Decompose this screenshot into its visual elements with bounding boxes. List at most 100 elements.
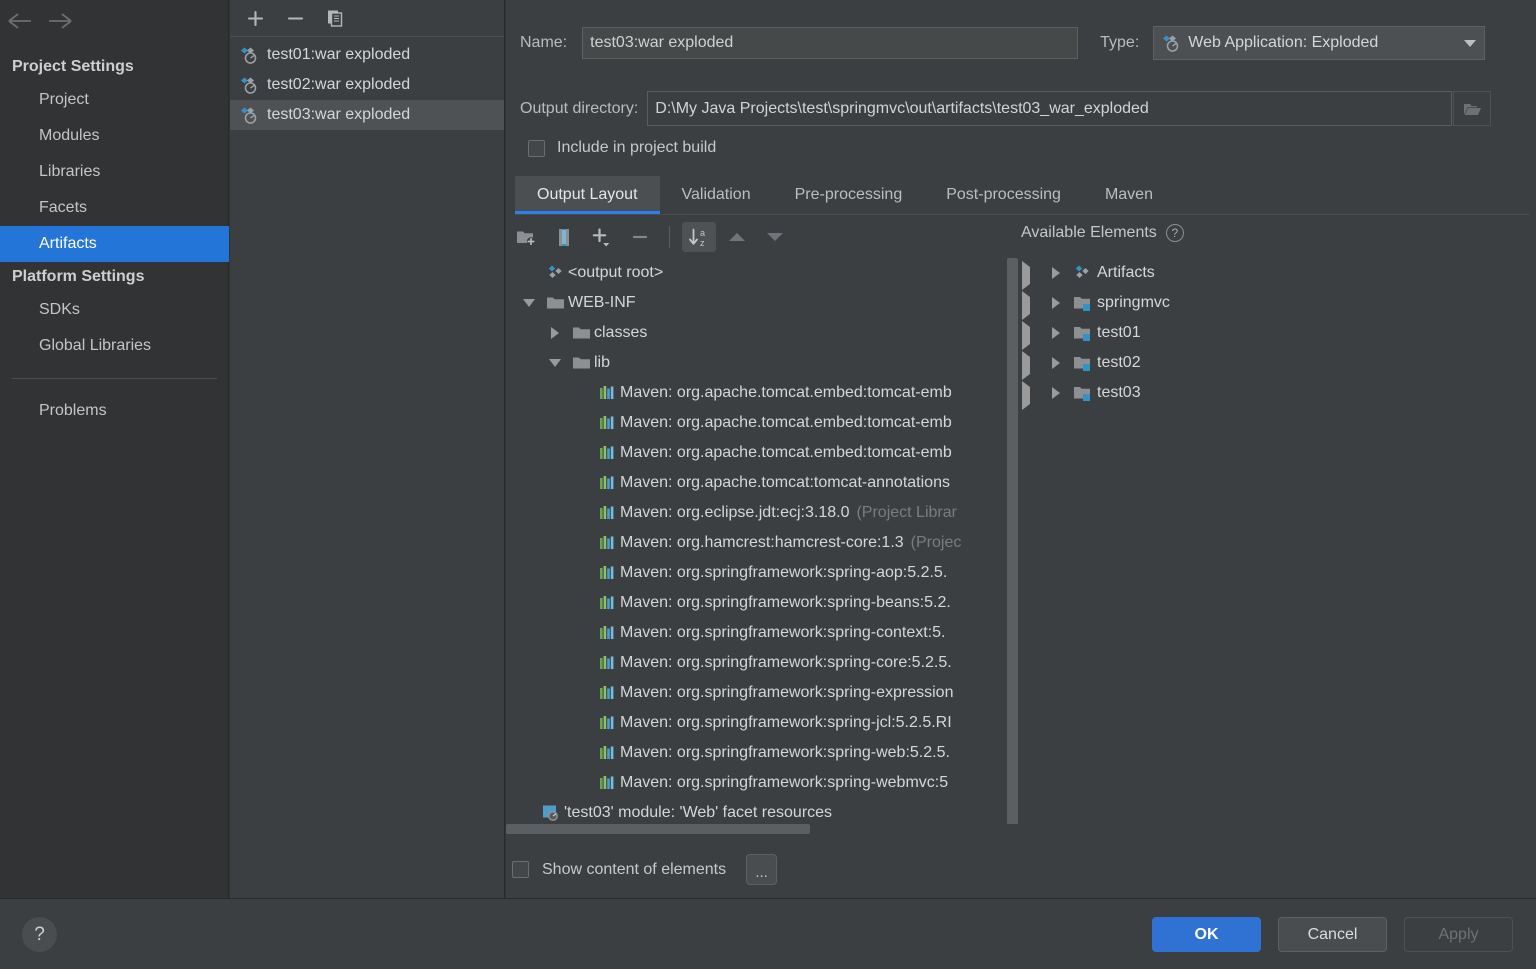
copy-artifact-icon[interactable] [322, 5, 348, 31]
scrollbar-thumb[interactable] [1007, 258, 1018, 828]
tree-node-lib[interactable]: lib [506, 348, 1020, 378]
svg-text:a: a [700, 228, 705, 238]
output-tree-horizontal-scrollbar[interactable] [506, 824, 1018, 834]
sidebar-item-project[interactable]: Project [0, 82, 229, 118]
include-in-build-row[interactable]: Include in project build [528, 139, 716, 157]
move-down-button[interactable] [758, 222, 792, 252]
tree-node-library[interactable]: Maven: org.eclipse.jdt:ecj:3.18.0 (Proje… [506, 498, 1020, 528]
sidebar-item-modules[interactable]: Modules [0, 118, 229, 154]
tree-toggle-collapsed[interactable] [1043, 357, 1069, 369]
library-icon [596, 595, 620, 611]
remove-artifact-button[interactable] [282, 5, 308, 31]
show-content-checkbox[interactable] [512, 861, 529, 878]
tree-node-library[interactable]: Maven: org.springframework:spring-expres… [506, 678, 1020, 708]
available-node-test03[interactable]: test03 [1021, 378, 1526, 408]
scrollbar-thumb[interactable] [506, 824, 810, 834]
tree-node-web-inf[interactable]: WEB-INF [506, 288, 1020, 318]
name-label: Name: [520, 34, 568, 51]
sort-button[interactable]: a z [682, 222, 716, 252]
sidebar-item-artifacts[interactable]: Artifacts [0, 226, 229, 262]
add-artifact-button[interactable] [242, 5, 268, 31]
tree-node-library[interactable]: Maven: org.springframework:spring-aop:5.… [506, 558, 1020, 588]
tree-node-label: Maven: org.springframework:spring-webmvc… [620, 774, 949, 791]
tree-toggle-expanded[interactable] [540, 359, 570, 367]
tree-node-library[interactable]: Maven: org.apache.tomcat:tomcat-annotati… [506, 468, 1020, 498]
tree-node-library[interactable]: Maven: org.apache.tomcat.embed:tomcat-em… [506, 438, 1020, 468]
sidebar-item-problems[interactable]: Problems [0, 393, 229, 429]
include-in-build-checkbox[interactable] [528, 139, 545, 157]
output-layout-toolbar: a z [509, 219, 1009, 255]
available-node-test01[interactable]: test01 [1021, 318, 1526, 348]
artifacts-list: test01:war exploded test02:war exploded [230, 37, 504, 130]
show-content-row: Show content of elements ... [512, 854, 778, 885]
tree-node-library[interactable]: Maven: org.apache.tomcat.embed:tomcat-em… [506, 408, 1020, 438]
browse-folder-button[interactable] [1453, 91, 1492, 126]
create-archive-button[interactable] [547, 222, 581, 252]
tree-node-library[interactable]: Maven: org.springframework:spring-contex… [506, 618, 1020, 648]
sidebar-item-facets[interactable]: Facets [0, 190, 229, 226]
help-button[interactable]: ? [22, 917, 57, 952]
include-in-build-label: Include in project build [557, 139, 717, 156]
output-tree-vertical-scrollbar[interactable] [1007, 258, 1018, 833]
plus-dropdown-icon [591, 227, 613, 248]
tree-node-classes[interactable]: classes [506, 318, 1020, 348]
tree-node-library[interactable]: Maven: org.springframework:spring-beans:… [506, 588, 1020, 618]
tree-node-label: classes [594, 324, 648, 341]
arrow-up-icon [727, 230, 747, 244]
remove-element-button[interactable] [623, 222, 657, 252]
tree-node-output-root[interactable]: <output root> [506, 258, 1020, 288]
tree-toggle-collapsed[interactable] [1043, 387, 1069, 399]
sidebar-item-global-libraries[interactable]: Global Libraries [0, 328, 229, 364]
artifact-item-test01[interactable]: test01:war exploded [230, 40, 504, 70]
add-copy-button[interactable] [585, 222, 619, 252]
tree-toggle-collapsed[interactable] [1043, 267, 1069, 279]
tree-node-library[interactable]: Maven: org.springframework:spring-webmvc… [506, 768, 1020, 798]
tree-toggle-expanded[interactable] [514, 299, 544, 307]
name-input[interactable]: test03:war exploded [582, 27, 1079, 59]
tree-node-library[interactable]: Maven: org.springframework:spring-jcl:5.… [506, 708, 1020, 738]
tree-node-library[interactable]: Maven: org.springframework:spring-core:5… [506, 648, 1020, 678]
type-dropdown[interactable]: Web Application: Exploded [1153, 26, 1486, 60]
output-directory-input[interactable]: D:\My Java Projects\test\springmvc\out\a… [647, 91, 1453, 126]
tab-validation[interactable]: Validation [660, 176, 773, 214]
chevron-right-icon [1052, 297, 1060, 309]
apply-button[interactable]: Apply [1404, 917, 1513, 952]
sidebar-item-sdks[interactable]: SDKs [0, 292, 229, 328]
create-directory-button[interactable] [509, 222, 543, 252]
tree-toggle-collapsed[interactable] [1043, 327, 1069, 339]
cancel-button[interactable]: Cancel [1278, 917, 1387, 952]
tab-maven[interactable]: Maven [1083, 176, 1175, 214]
archive-icon [556, 228, 572, 247]
folder-open-icon [1463, 101, 1482, 117]
tree-node-label: 'test03' module: 'Web' facet resources [564, 804, 833, 821]
available-node-springmvc[interactable]: springmvc [1021, 288, 1526, 318]
artifact-item-test03[interactable]: test03:war exploded [230, 100, 504, 130]
more-options-button[interactable]: ... [746, 854, 778, 885]
ok-button[interactable]: OK [1152, 917, 1261, 952]
sidebar-item-libraries[interactable]: Libraries [0, 154, 229, 190]
tree-node-library[interactable]: Maven: org.hamcrest:hamcrest-core:1.3 (P… [506, 528, 1020, 558]
tree-node-library[interactable]: Maven: org.springframework:spring-web:5.… [506, 738, 1020, 768]
available-node-label: Artifacts [1097, 264, 1155, 281]
web-artifact-icon [238, 46, 260, 65]
available-node-test02[interactable]: test02 [1021, 348, 1526, 378]
chevron-down-icon [523, 299, 535, 307]
tree-node-label: Maven: org.springframework:spring-web:5.… [620, 744, 950, 761]
chevron-down-icon [1464, 39, 1477, 47]
output-layout-tree: <output root> WEB-INF classes lib Maven:… [506, 258, 1020, 834]
tab-post-processing[interactable]: Post-processing [924, 176, 1083, 214]
available-node-artifacts[interactable]: Artifacts [1021, 258, 1526, 288]
forward-arrow-icon[interactable] [40, 1, 80, 41]
help-icon[interactable]: ? [1165, 224, 1184, 242]
tab-pre-processing[interactable]: Pre-processing [773, 176, 925, 214]
tree-node-library[interactable]: Maven: org.apache.tomcat.embed:tomcat-em… [506, 378, 1020, 408]
artifacts-toolbar [230, 0, 504, 37]
tree-toggle-collapsed[interactable] [1043, 297, 1069, 309]
folder-add-icon [516, 229, 536, 246]
tab-output-layout[interactable]: Output Layout [515, 176, 660, 214]
artifact-item-test02[interactable]: test02:war exploded [230, 70, 504, 100]
tree-toggle-collapsed[interactable] [540, 327, 570, 339]
move-up-button[interactable] [720, 222, 754, 252]
back-arrow-icon[interactable] [0, 1, 40, 41]
tree-node-label: Maven: org.apache.tomcat.embed:tomcat-em… [620, 414, 952, 431]
